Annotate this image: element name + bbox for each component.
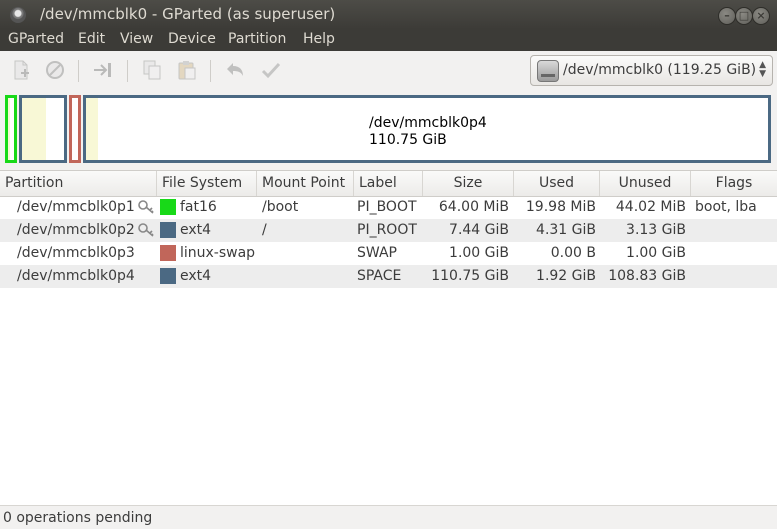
filesystem-color-swatch	[160, 245, 176, 261]
partition-name: /dev/mmcblk0p4	[17, 268, 135, 284]
filesystem-type: fat16	[180, 199, 217, 215]
used-space	[8, 98, 10, 160]
combo-arrows-icon: ▲ ▼	[759, 60, 766, 79]
partition-size: 7.44 GiB	[449, 222, 509, 238]
disk-map: /dev/mmcblk0p4 110.75 GiB	[0, 90, 777, 166]
partition-label: PI_BOOT	[357, 199, 417, 215]
partition-label: PI_ROOT	[357, 222, 417, 238]
partition-label: SWAP	[357, 245, 397, 261]
disk-map-partition-p4[interactable]: /dev/mmcblk0p4 110.75 GiB	[83, 95, 771, 163]
menu-gparted[interactable]: GParted	[8, 31, 64, 47]
partition-unused: 3.13 GiB	[626, 222, 686, 238]
partition-size: 1.00 GiB	[449, 245, 509, 261]
partition-size: 64.00 MiB	[438, 199, 509, 215]
used-space	[86, 98, 98, 160]
device-selector[interactable]: /dev/mmcblk0 (119.25 GiB) ▲ ▼	[530, 55, 773, 86]
table-header: Partition File System Mount Point Label …	[0, 171, 777, 197]
disk-map-partition-p1[interactable]	[5, 95, 17, 163]
menu-help[interactable]: Help	[303, 31, 335, 47]
title-bar[interactable]: /dev/mmcblk0 - GParted (as superuser) – …	[0, 0, 777, 29]
partition-size: 110.75 GiB	[431, 268, 509, 284]
partition-flags: boot, lba	[695, 199, 757, 215]
toolbar-separator	[127, 60, 128, 82]
partition-unused: 108.83 GiB	[608, 268, 686, 284]
filesystem-color-swatch	[160, 222, 176, 238]
partition-unused: 44.02 MiB	[615, 199, 686, 215]
column-header-partition[interactable]: Partition	[0, 171, 157, 196]
partition-name: /dev/mmcblk0p2	[17, 222, 135, 238]
lock-key-icon	[138, 200, 154, 214]
partition-used: 4.31 GiB	[536, 222, 596, 238]
column-header-unused[interactable]: Unused	[600, 171, 691, 196]
toolbar-separator	[210, 60, 211, 82]
used-space	[22, 98, 46, 160]
app-icon	[10, 7, 26, 23]
delete-partition-icon[interactable]	[45, 60, 65, 80]
disk-map-partition-p3[interactable]	[69, 95, 81, 163]
window-title: /dev/mmcblk0 - GParted (as superuser)	[40, 5, 336, 23]
status-text: 0 operations pending	[3, 510, 153, 526]
mount-point: /	[262, 222, 267, 238]
close-icon[interactable]: ×	[752, 7, 770, 25]
menu-view[interactable]: View	[120, 31, 153, 47]
menu-edit[interactable]: Edit	[78, 31, 105, 47]
partition-used: 0.00 B	[550, 245, 596, 261]
partition-name: /dev/mmcblk0p3	[17, 245, 135, 261]
table-row[interactable]: /dev/mmcblk0p4 ext4 SPACE 110.75 GiB 1.92 Gi…	[0, 265, 777, 288]
disk-map-partition-name: /dev/mmcblk0p4	[369, 115, 487, 131]
toolbar-separator	[78, 60, 79, 82]
table-row[interactable]: /dev/mmcblk0p3 linux-swap SWAP 1.00 GiB 0.00…	[0, 242, 777, 265]
mount-point: /boot	[262, 199, 299, 215]
hard-disk-icon	[537, 60, 559, 82]
filesystem-color-swatch	[160, 199, 176, 215]
column-header-label[interactable]: Label	[354, 171, 423, 196]
partition-unused: 1.00 GiB	[626, 245, 686, 261]
filesystem-type: ext4	[180, 268, 212, 284]
table-row[interactable]: /dev/mmcblk0p2 ext4 / PI_ROOT 7.44 GiB 4.31 G…	[0, 219, 777, 242]
filesystem-color-swatch	[160, 268, 176, 284]
lock-key-icon	[138, 223, 154, 237]
maximize-icon[interactable]: □	[735, 7, 753, 25]
paste-icon[interactable]	[177, 60, 197, 80]
menu-partition[interactable]: Partition	[228, 31, 286, 47]
gparted-window: /dev/mmcblk0 - GParted (as superuser) – …	[0, 0, 777, 529]
disk-map-partition-p2[interactable]	[19, 95, 67, 163]
filesystem-type: linux-swap	[180, 245, 256, 261]
menu-bar: GParted Edit View Device Partition Help	[0, 29, 777, 51]
partition-label: SPACE	[357, 268, 402, 284]
filesystem-type: ext4	[180, 222, 212, 238]
minimize-icon[interactable]: –	[718, 7, 736, 25]
undo-icon[interactable]	[225, 60, 245, 80]
partition-table: Partition File System Mount Point Label …	[0, 170, 777, 506]
column-header-used[interactable]: Used	[514, 171, 600, 196]
partition-name: /dev/mmcblk0p1	[17, 199, 135, 215]
column-header-mount-point[interactable]: Mount Point	[257, 171, 354, 196]
column-header-flags[interactable]: Flags	[691, 171, 777, 196]
resize-move-icon[interactable]	[93, 60, 113, 80]
partition-used: 19.98 MiB	[525, 199, 596, 215]
column-header-file-system[interactable]: File System	[157, 171, 257, 196]
disk-map-partition-size: 110.75 GiB	[369, 132, 447, 148]
column-header-size[interactable]: Size	[423, 171, 514, 196]
status-bar: 0 operations pending	[0, 505, 777, 529]
menu-device[interactable]: Device	[168, 31, 216, 47]
apply-icon[interactable]	[261, 60, 281, 80]
device-selector-value: /dev/mmcblk0 (119.25 GiB)	[563, 62, 757, 78]
new-partition-icon[interactable]	[11, 60, 31, 80]
copy-icon[interactable]	[142, 60, 162, 80]
partition-used: 1.92 GiB	[536, 268, 596, 284]
table-row[interactable]: /dev/mmcblk0p1 fat16/boot PI_BOOT 64.00 MiB…	[0, 196, 777, 219]
